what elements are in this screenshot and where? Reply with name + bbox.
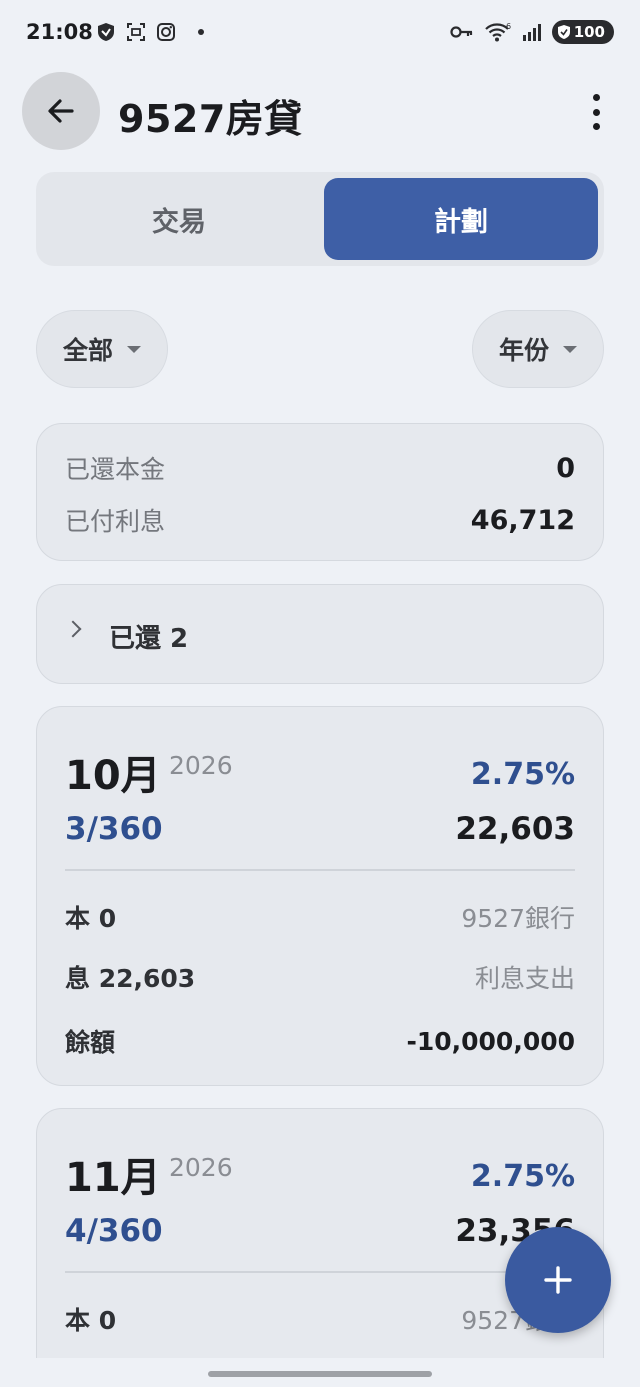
key-icon xyxy=(450,26,472,38)
schedule-item[interactable]: 10月 2026 2.75% 3/360 22,603 本 0 9527銀行 息… xyxy=(36,706,604,1086)
svg-text:6: 6 xyxy=(506,22,511,31)
chevron-right-icon xyxy=(64,620,82,638)
divider xyxy=(65,869,575,871)
summary-card: 已還本金 0 已付利息 46,712 xyxy=(36,423,604,561)
schedule-rate: 2.75% xyxy=(470,1159,575,1194)
plus-icon xyxy=(544,1266,572,1294)
status-right-icons: 6 100 xyxy=(450,20,614,44)
status-bar: 21:08 6 100 xyxy=(0,0,640,68)
more-options-button[interactable] xyxy=(590,94,602,130)
dot-icon xyxy=(198,29,204,35)
schedule-balance-label: 餘額 xyxy=(65,1028,116,1057)
principal-row: 已還本金 0 xyxy=(65,450,575,486)
schedule-principal: 本 0 xyxy=(65,1306,117,1335)
battery-shield-icon xyxy=(557,25,570,39)
segmented-tabs: 交易 計劃 xyxy=(36,172,604,266)
schedule-month: 11月 xyxy=(65,1155,161,1201)
back-button[interactable] xyxy=(22,72,100,150)
caret-down-icon xyxy=(127,345,142,353)
arrow-left-icon xyxy=(48,99,74,123)
filter-category-label: 全部 xyxy=(63,336,114,365)
schedule-interest: 息 22,603 xyxy=(65,964,196,993)
schedule-year: 2026 xyxy=(169,751,233,780)
schedule-balance: -10,000,000 xyxy=(406,1026,575,1056)
battery-indicator: 100 xyxy=(551,20,614,44)
status-time: 21:08 xyxy=(26,20,93,44)
battery-level: 100 xyxy=(573,23,605,41)
gesture-handle[interactable] xyxy=(208,1371,432,1377)
caret-down-icon xyxy=(563,345,577,353)
schedule-account: 9527銀行 xyxy=(461,904,575,933)
interest-row: 已付利息 46,712 xyxy=(65,502,575,538)
filter-period-label: 年份 xyxy=(498,336,549,365)
interest-label: 已付利息 xyxy=(65,507,166,536)
more-vert-icon xyxy=(592,94,600,101)
schedule-principal-row: 本 0 9527銀行 xyxy=(65,899,575,935)
instagram-icon xyxy=(157,23,175,41)
schedule-year: 2026 xyxy=(169,1153,233,1182)
add-button[interactable] xyxy=(505,1227,611,1333)
signal-icon xyxy=(522,24,541,41)
shield-icon xyxy=(98,23,114,41)
schedule-amount: 22,603 xyxy=(455,811,575,847)
status-left-icons xyxy=(96,22,204,42)
schedule-interest-row: 息 22,603 利息支出 xyxy=(65,959,575,995)
repaid-section-toggle[interactable]: 已還 2 xyxy=(36,584,604,684)
schedule-category: 利息支出 xyxy=(474,964,575,993)
filter-period-dropdown[interactable]: 年份 xyxy=(471,310,604,388)
schedule-progress: 3/360 xyxy=(65,811,163,847)
schedule-balance-row: 餘額 -10,000,000 xyxy=(65,1023,575,1059)
repaid-section-label: 已還 2 xyxy=(109,624,189,654)
schedule-progress: 4/360 xyxy=(65,1213,163,1249)
schedule-rate: 2.75% xyxy=(470,757,575,792)
principal-value: 0 xyxy=(556,452,575,484)
tab-transactions[interactable]: 交易 xyxy=(42,178,316,260)
wifi-icon: 6 xyxy=(484,22,511,42)
scan-icon xyxy=(127,23,145,41)
divider xyxy=(65,1271,575,1273)
schedule-principal: 本 0 xyxy=(65,904,117,933)
page-title: 9527房貸 xyxy=(118,97,303,141)
filter-category-dropdown[interactable]: 全部 xyxy=(36,310,169,388)
schedule-month: 10月 xyxy=(65,753,161,799)
interest-value: 46,712 xyxy=(470,504,575,536)
principal-label: 已還本金 xyxy=(65,455,166,484)
tab-plan[interactable]: 計劃 xyxy=(324,178,598,260)
schedule-principal-row: 本 0 9527銀行 xyxy=(65,1301,575,1337)
